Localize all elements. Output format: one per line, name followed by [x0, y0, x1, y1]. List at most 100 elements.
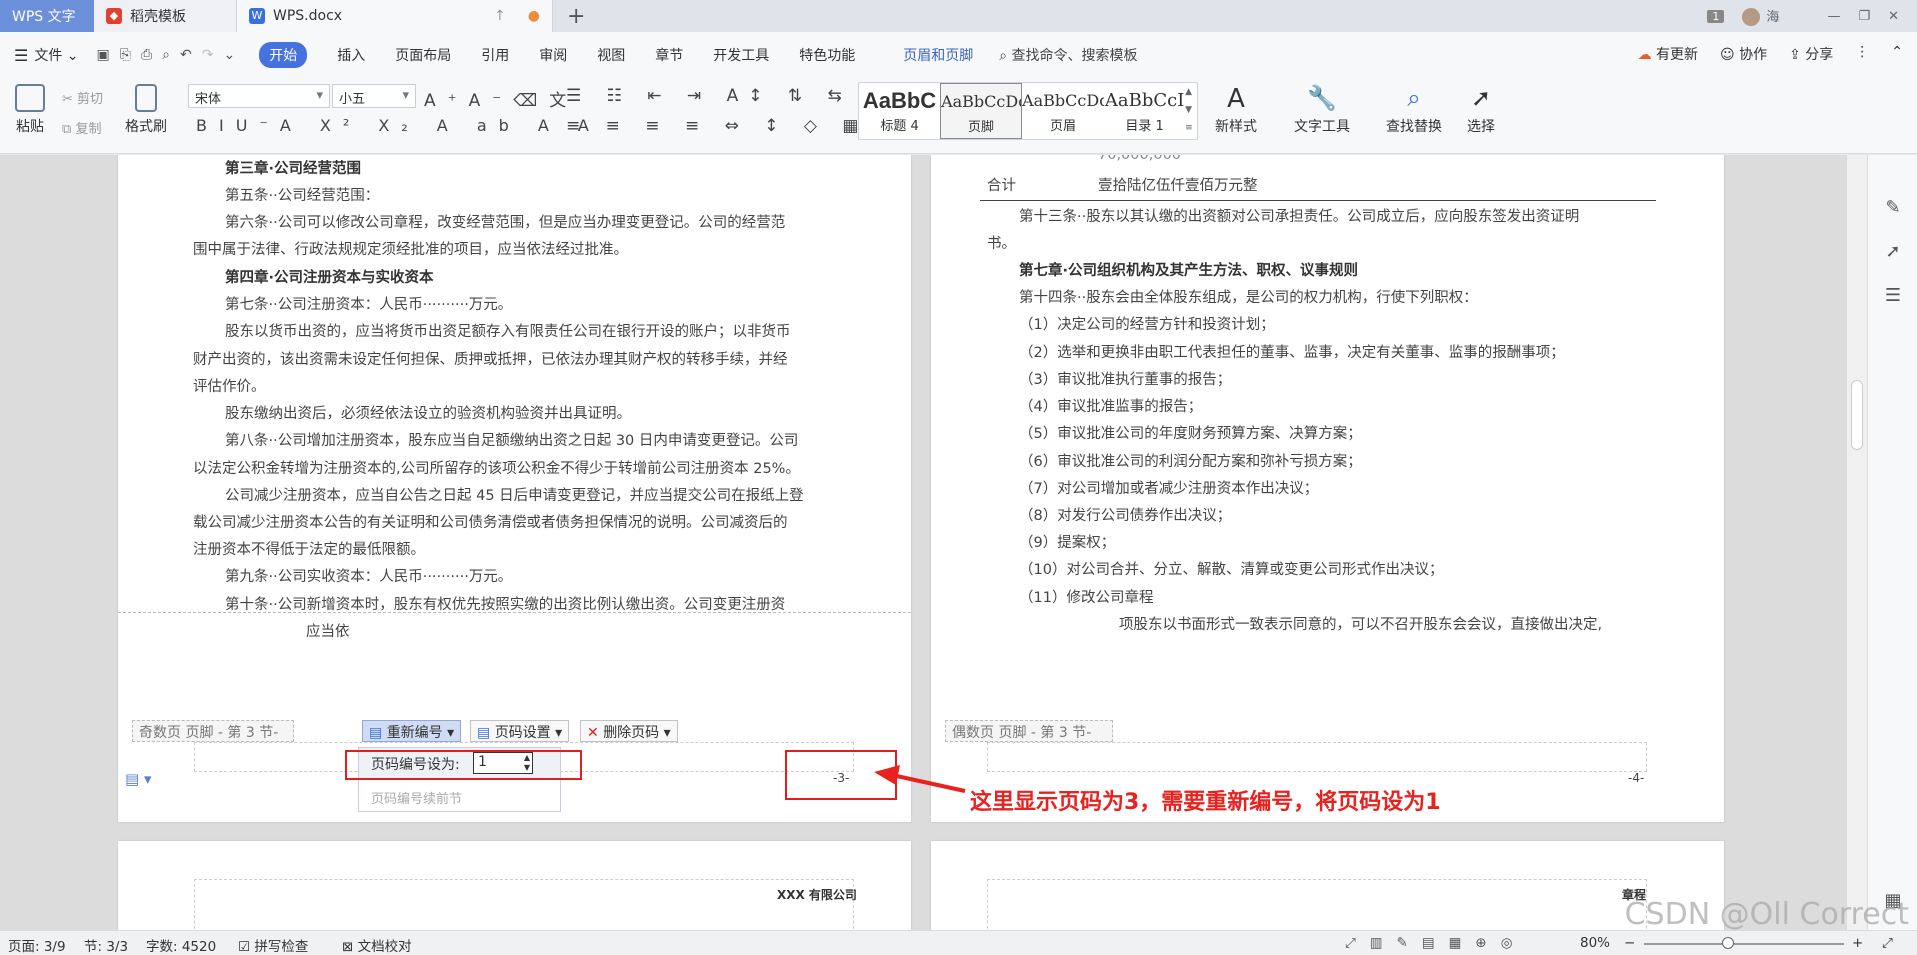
list-tools[interactable]: ☰ ☷ ⇤ ⇥ A↕ ⇅ ⇆ ▦	[566, 86, 893, 106]
menu-file[interactable]: 文件 ⌄	[34, 45, 78, 65]
pen-icon[interactable]: ✎	[1882, 197, 1904, 219]
header-region[interactable]	[194, 879, 854, 930]
style-header[interactable]: AaBbCcDd 页眉	[1022, 83, 1104, 139]
share-label: 分享	[1805, 47, 1834, 63]
paragraph: 第八条··公司增加注册资本，股东应当自足额缴纳出资之日起 30 日内申请变更登记…	[225, 433, 799, 449]
close-icon[interactable]: ✕	[1888, 9, 1899, 24]
menu-features[interactable]: 特色功能	[799, 45, 855, 65]
align-tools[interactable]: ≡ ≡ ≡ ≡ ⇔ ↕ ◇ ▦	[566, 116, 868, 136]
more-icon[interactable]: ⋮	[1855, 44, 1869, 64]
menu-home[interactable]: 开始	[259, 42, 308, 68]
paragraph: 项股东以书面形式一致表示同意的，可以不召开股东会会议，直接做出决定,	[1119, 617, 1603, 633]
watermark: CSDN @Oll Correct	[1624, 897, 1909, 932]
minimize-icon[interactable]: —	[1827, 9, 1840, 24]
total-label: 合计	[987, 178, 1016, 194]
zoom-slider-thumb[interactable]	[1722, 937, 1734, 949]
renumber-button[interactable]: ▤ 重新编号 ▾	[362, 720, 462, 742]
select-button[interactable]: ➚ 选择	[1456, 84, 1506, 136]
footer-options-icon[interactable]: ▤ ▾	[125, 770, 151, 788]
total-value: 壹拾陆亿伍仟壹佰万元整	[1098, 178, 1258, 194]
menu-page-layout[interactable]: 页面布局	[395, 45, 451, 65]
sliders-icon[interactable]: ☰	[1882, 285, 1904, 307]
quick-access-more-icon[interactable]: ⌄	[223, 47, 235, 63]
style-heading4[interactable]: AaBbC 标题 4	[859, 83, 940, 139]
zoom-out-icon[interactable]: −	[1624, 935, 1635, 951]
page-number-settings-button[interactable]: ▤ 页码设置 ▾	[470, 720, 570, 742]
copy-button[interactable]: ⧉ 复制	[62, 118, 101, 137]
redo-icon[interactable]: ↷	[202, 47, 214, 63]
new-style-icon: A	[1227, 84, 1245, 114]
menu-insert[interactable]: 插入	[337, 45, 365, 65]
menu-references[interactable]: 引用	[481, 45, 509, 65]
menu-header-footer[interactable]: 页眉和页脚	[903, 45, 973, 65]
print-preview-icon[interactable]: ⌕	[162, 47, 170, 63]
menu-developer[interactable]: 开发工具	[713, 45, 769, 65]
tab-wps-writer[interactable]: WPS 文字	[0, 0, 94, 32]
share-icon: ⇪	[1789, 47, 1801, 63]
search-icon: ⌕	[999, 48, 1008, 64]
paragraph: 书。	[987, 236, 1016, 252]
status-word-count[interactable]: 字数: 4520	[146, 935, 216, 955]
hamburger-icon[interactable]: ☰	[14, 46, 28, 65]
tab-document[interactable]: W WPS.docx ↑ ●	[237, 0, 553, 32]
save-icon[interactable]: ▣	[97, 47, 110, 63]
spell-check-button[interactable]: ☑ 拼写检查	[238, 935, 308, 955]
share-button[interactable]: ⇪ 分享	[1789, 44, 1833, 64]
window-count-badge[interactable]: 1	[1707, 9, 1725, 23]
cursor-select-icon[interactable]: ➚	[1882, 241, 1904, 263]
text-tools-button[interactable]: 🔧 文字工具	[1284, 84, 1360, 136]
footer-region-even[interactable]	[987, 742, 1647, 772]
new-tab-plus-icon[interactable]: +	[567, 4, 585, 29]
font-size-tools[interactable]: A⁺A⁻⌫文	[424, 86, 578, 111]
tab-template[interactable]: ◆ 稻壳模板	[94, 0, 237, 32]
paragraph: 财产出资的，该出资需未设定任何担保、质押或抵押，已依法办理其财产权的转移手续，并…	[193, 352, 788, 368]
page-setup-label: 页码设置	[494, 725, 551, 741]
user-avatar[interactable]: 海	[1742, 6, 1779, 27]
format-painter-button[interactable]: 格式刷	[122, 84, 170, 136]
update-button[interactable]: ☁ 有更新	[1638, 44, 1698, 64]
print-icon[interactable]: ⎙	[141, 47, 152, 63]
menu-view[interactable]: 视图	[597, 45, 625, 65]
paragraph: 公司减少注册资本，应当自公告之日起 45 日后申请变更登记，并应当提交公司在报纸…	[225, 488, 804, 504]
zoom-slider[interactable]	[1644, 943, 1844, 945]
continue-numbering-option[interactable]: 页码编号续前节	[371, 788, 462, 807]
paste-button[interactable]: 粘贴	[10, 84, 50, 136]
fullscreen-icon[interactable]: ⤢	[1882, 935, 1893, 951]
cut-button[interactable]: ✂ 剪切	[62, 88, 103, 107]
header-region-even[interactable]	[987, 879, 1647, 930]
export-pdf-icon[interactable]: ⎘	[120, 47, 131, 63]
user-name: 海	[1766, 9, 1780, 25]
command-search[interactable]: ⌕ 查找命令、搜索模板	[999, 45, 1137, 65]
font-size-select[interactable]: 小五 ▾	[332, 84, 416, 108]
copy-label: 复制	[75, 122, 102, 137]
collab-button[interactable]: ☺ 协作	[1720, 44, 1767, 64]
paragraph: 评估作价。	[193, 379, 266, 395]
style-gallery[interactable]: AaBbC 标题 4 AaBbCcDd 页脚 AaBbCcDd 页眉 AaBbCcI 目…	[858, 82, 1198, 140]
delete-page-number-button[interactable]: ✕ 删除页码 ▾	[580, 720, 678, 742]
menu-section[interactable]: 章节	[655, 45, 683, 65]
magnifier-icon: ⌕	[1407, 84, 1421, 112]
font-family-value: 宋体	[195, 92, 222, 107]
style-toc1[interactable]: AaBbCcI 目录 1	[1104, 83, 1185, 139]
find-replace-button[interactable]: ⌕ 查找替换	[1376, 84, 1452, 136]
font-family-select[interactable]: 宋体 ▾	[188, 84, 330, 108]
undo-icon[interactable]: ↶	[180, 47, 192, 63]
menu-review[interactable]: 审阅	[539, 45, 567, 65]
tab-app-label: WPS 文字	[12, 9, 76, 25]
tab-template-label: 稻壳模板	[130, 9, 186, 25]
zoom-in-icon[interactable]: +	[1852, 935, 1863, 951]
vertical-scrollbar[interactable]	[1847, 155, 1867, 930]
text-format-tools[interactable]: BIU⁻A X² X₂ A ab A A	[196, 116, 601, 135]
upload-icon[interactable]: ↑	[494, 8, 506, 24]
status-page[interactable]: 页面: 3/9	[8, 935, 66, 955]
collapse-ribbon-icon[interactable]: ⌃	[1891, 44, 1903, 64]
gallery-scroll-icon[interactable]: ▲ ▼ ≡	[1185, 83, 1197, 139]
docer-icon: ◆	[106, 8, 122, 24]
proofread-button[interactable]: ⊠ 文档校对	[342, 935, 412, 955]
view-mode-icons[interactable]: ⤢▥✎▤▦⊕◎	[1345, 935, 1526, 951]
zoom-level[interactable]: 80%	[1580, 935, 1610, 951]
scroll-thumb[interactable]	[1851, 380, 1863, 450]
restore-icon[interactable]: ❐	[1858, 9, 1870, 24]
style-footer[interactable]: AaBbCcDd 页脚	[940, 83, 1023, 139]
new-style-button[interactable]: A 新样式	[1206, 84, 1266, 136]
